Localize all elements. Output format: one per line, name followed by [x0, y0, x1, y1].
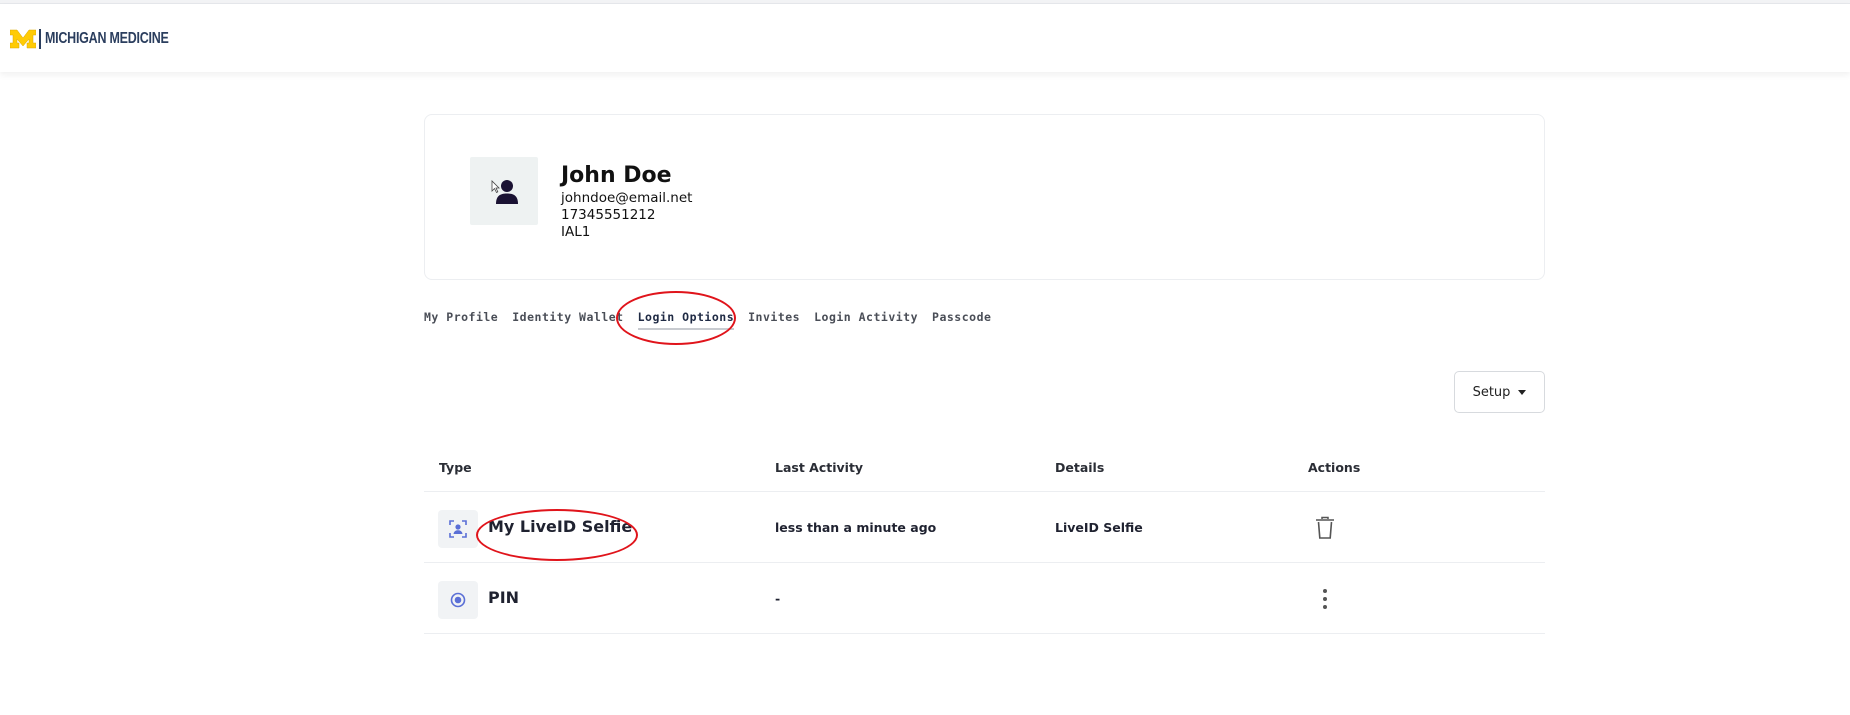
table-row: My LiveID Selfie less than a minute ago … [424, 492, 1545, 563]
tab-identity-wallet[interactable]: Identity Wallet [512, 310, 623, 330]
avatar [470, 157, 538, 225]
setup-button-label: Setup [1472, 384, 1511, 400]
profile-phone: 17345551212 [561, 207, 656, 223]
last-activity-cell: less than a minute ago [775, 520, 937, 535]
caret-down-icon [1518, 389, 1527, 395]
profile-assurance-level: IAL1 [561, 224, 591, 240]
column-header-type: Type [439, 460, 472, 475]
profile-tabs: My Profile Identity Wallet Login Options… [424, 310, 1005, 330]
column-header-actions: Actions [1308, 460, 1361, 475]
profile-name: John Doe [561, 163, 672, 188]
app-header: MICHIGAN MEDICINE [0, 4, 1850, 72]
profile-card: John Doe johndoe@email.net 17345551212 I… [424, 114, 1545, 280]
face-scan-icon [438, 510, 478, 548]
setup-dropdown-button[interactable]: Setup [1454, 371, 1545, 413]
login-option-name[interactable]: PIN [488, 588, 519, 607]
tab-my-profile[interactable]: My Profile [424, 310, 498, 330]
profile-info: John Doe johndoe@email.net 17345551212 I… [561, 162, 692, 241]
table-header: Type Last Activity Details Actions [424, 446, 1545, 492]
tab-login-options[interactable]: Login Options [637, 310, 735, 330]
block-m-logo-icon [10, 29, 36, 49]
tab-login-activity[interactable]: Login Activity [814, 310, 918, 330]
radio-dot-icon [438, 581, 478, 619]
table-row: PIN - [424, 563, 1545, 634]
tab-passcode[interactable]: Passcode [932, 310, 991, 330]
user-silhouette-icon [491, 180, 518, 204]
profile-email: johndoe@email.net [561, 190, 693, 206]
trash-icon[interactable] [1312, 514, 1338, 542]
tab-invites[interactable]: Invites [748, 310, 800, 330]
login-options-table: Type Last Activity Details Actions My Li… [424, 446, 1545, 634]
last-activity-cell: - [775, 591, 781, 606]
details-cell: LiveID Selfie [1055, 520, 1143, 535]
login-option-name[interactable]: My LiveID Selfie [488, 517, 632, 536]
kebab-menu-icon[interactable] [1312, 585, 1338, 613]
column-header-last-activity: Last Activity [775, 460, 864, 475]
column-header-details: Details [1055, 460, 1105, 475]
logo-text: MICHIGAN MEDICINE [45, 30, 169, 47]
logo-separator [39, 29, 41, 49]
michigan-medicine-logo[interactable]: MICHIGAN MEDICINE [10, 26, 203, 52]
